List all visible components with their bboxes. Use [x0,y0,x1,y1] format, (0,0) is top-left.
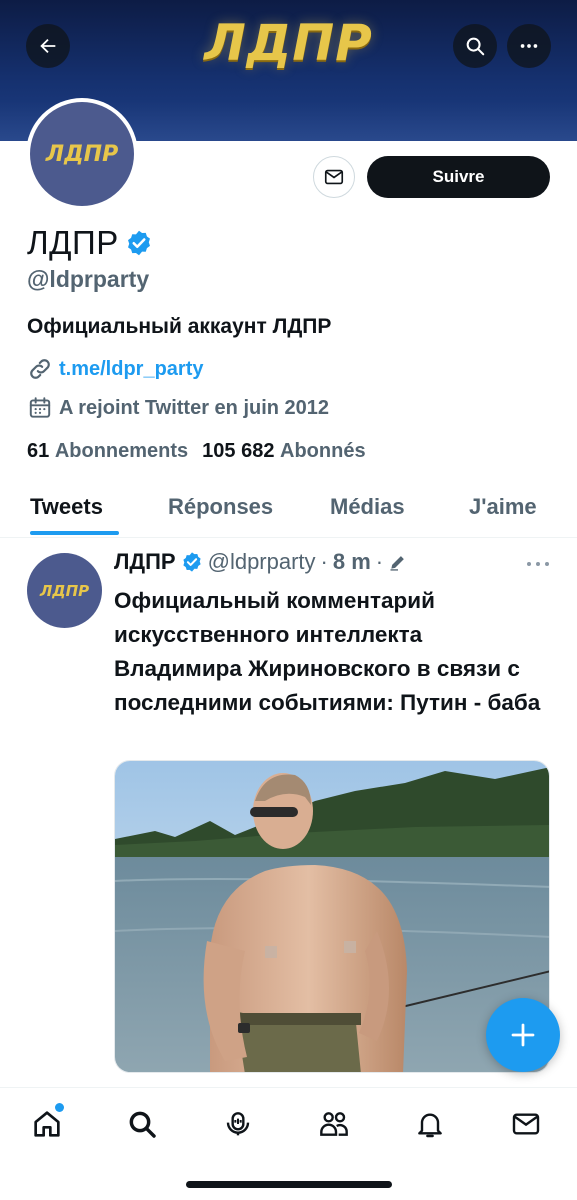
envelope-icon [324,169,344,185]
profile-join-date: A rejoint Twitter en juin 2012 [27,395,329,421]
tab-media[interactable]: Médias [330,494,405,520]
tweet-avatar-logo-text: ЛДПР [39,581,90,600]
tweet-photo[interactable] [114,760,550,1073]
tweet-separator: · [375,549,384,574]
tweet-author-name[interactable]: ЛДПР [114,549,176,575]
following-link[interactable]: 61 Abonnements [27,440,188,463]
compose-tweet-button[interactable] [486,998,560,1072]
following-count: 61 [27,440,50,462]
profile-handle: @ldprparty [27,266,150,292]
home-notification-dot [55,1103,64,1112]
plus-icon [511,1023,535,1047]
tweet-avatar[interactable]: ЛДПР [27,553,102,628]
follow-button[interactable]: Suivre [367,156,550,198]
search-button[interactable] [453,24,497,68]
display-name: ЛДПР [27,224,119,261]
home-icon [34,1111,60,1137]
pencil-icon[interactable] [388,552,408,572]
more-horizontal-icon [527,562,549,566]
tab-replies[interactable]: Réponses [168,494,273,520]
verified-badge-icon [181,551,203,573]
followers-link[interactable]: 105 682 Abonnés [202,440,365,463]
profile-avatar-image: ЛДПР [30,102,134,206]
follow-stats: 61 Abonnements 105 682 Abonnés [27,440,366,463]
nav-search[interactable] [122,1104,162,1144]
message-button[interactable] [313,156,355,198]
tweet-text: Официальный комментарий искусственного и… [114,588,541,715]
search-icon [129,1111,156,1138]
mail-icon [512,1113,540,1135]
tweet-timestamp[interactable]: 8 m [333,549,371,575]
followers-label: Abonnés [280,440,366,462]
tweet-separator: · [320,549,328,574]
tweet-more-button[interactable] [524,556,552,572]
nav-communities[interactable] [314,1104,354,1144]
profile-website[interactable]: t.me/ldpr_party [27,356,203,382]
profile-link-text[interactable]: t.me/ldpr_party [59,358,203,381]
spaces-icon [226,1112,250,1136]
avatar-logo-text: ЛДПР [45,141,119,167]
join-date-text: A rejoint Twitter en juin 2012 [59,396,330,419]
tweet-photo-image [115,761,549,1072]
followers-count: 105 682 [202,440,275,462]
bell-icon [418,1113,442,1138]
display-name-row: ЛДПР [27,224,153,262]
tab-likes[interactable]: J'aime [469,494,537,520]
home-indicator [186,1181,392,1188]
communities-icon [320,1112,348,1136]
tweet-header: ЛДПР @ldprparty · 8 m · [114,549,408,575]
profile-tabs: Tweets Réponses Médias J'aime [0,478,577,538]
verified-badge-icon[interactable] [125,229,153,257]
nav-notifications[interactable] [410,1104,450,1144]
profile-avatar[interactable]: ЛДПР [26,98,138,210]
tab-tweets[interactable]: Tweets [30,494,103,520]
more-options-button[interactable] [507,24,551,68]
calendar-icon [29,397,51,418]
more-horizontal-icon [520,44,538,48]
search-icon [466,37,485,56]
active-tab-indicator [30,531,119,535]
arrow-left-icon [40,38,56,54]
nav-messages[interactable] [506,1104,546,1144]
nav-spaces[interactable] [218,1104,258,1144]
back-button[interactable] [26,24,70,68]
following-label: Abonnements [54,440,189,462]
tweet-author-handle[interactable]: @ldprparty [208,549,316,575]
link-icon [30,359,50,379]
profile-bio: Официальный аккаунт ЛДПР [27,315,332,338]
